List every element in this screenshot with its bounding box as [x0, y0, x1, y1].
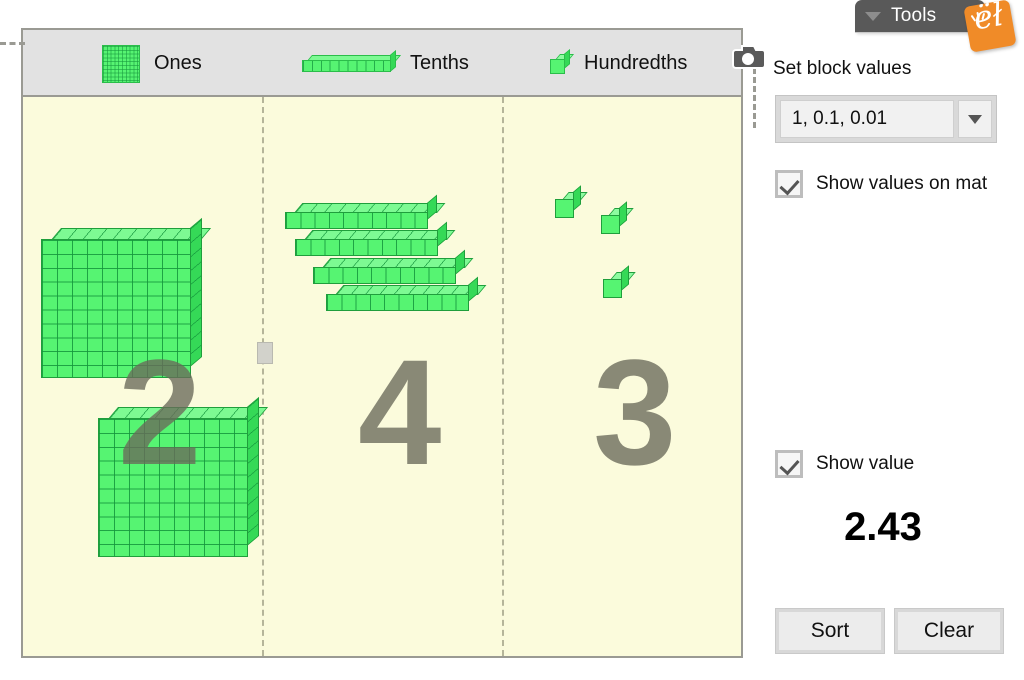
legend-item-hundredths: Hundredths — [550, 30, 687, 97]
tenths-rod-block[interactable] — [313, 249, 474, 284]
place-value-mat[interactable]: Ones Tenths Hundredths 2 4 3 — [0, 28, 766, 658]
show-values-on-mat-label: Show values on mat — [816, 173, 988, 194]
sort-button[interactable]: Sort — [775, 608, 885, 654]
camera-guide-line-vertical — [753, 68, 756, 128]
tenths-rod-block[interactable] — [295, 221, 456, 256]
block-values-dropdown-arrow-button[interactable] — [958, 100, 992, 138]
column-value-ones: 2 — [118, 328, 202, 496]
camera-icon[interactable] — [730, 44, 766, 70]
legend-item-ones: Ones — [102, 30, 202, 97]
mat-legend-bar: Ones Tenths Hundredths — [23, 30, 741, 97]
divider-drag-handle[interactable] — [257, 342, 273, 364]
column-divider-ones-tenths[interactable] — [257, 97, 273, 656]
legend-label-tenths: Tenths — [410, 52, 469, 74]
hundredths-cube-block[interactable] — [601, 201, 634, 234]
tenths-rod-block[interactable] — [285, 194, 446, 229]
hundredths-cube-block[interactable] — [555, 185, 588, 218]
ones-flat-block-icon — [102, 44, 140, 83]
tenths-rod-block-icon — [302, 49, 402, 72]
legend-item-tenths: Tenths — [302, 30, 469, 97]
show-values-on-mat-row[interactable]: Show values on mat — [775, 170, 987, 198]
column-value-tenths: 4 — [358, 328, 442, 496]
legend-label-hundredths: Hundredths — [584, 52, 688, 74]
mat-columns[interactable]: 2 4 3 — [23, 97, 741, 656]
block-values-selected-value[interactable]: 1, 0.1, 0.01 — [780, 100, 954, 138]
show-value-checkbox[interactable] — [775, 450, 803, 478]
legend-label-ones: Ones — [154, 52, 202, 74]
hundredths-cube-block-icon — [550, 48, 575, 74]
column-value-hundredths: 3 — [593, 328, 677, 496]
hundredths-cube-block[interactable] — [603, 265, 636, 298]
tenths-rod-block[interactable] — [326, 276, 487, 311]
chevron-down-icon — [968, 114, 982, 124]
show-value-label: Show value — [816, 453, 915, 474]
show-values-on-mat-checkbox[interactable] — [775, 170, 803, 198]
controls-panel: Set block values 1, 0.1, 0.01 Show value… — [773, 0, 1024, 680]
clear-button[interactable]: Clear — [894, 608, 1004, 654]
block-values-select[interactable]: 1, 0.1, 0.01 — [775, 95, 997, 143]
set-block-values-label: Set block values — [773, 58, 912, 79]
show-value-row[interactable]: Show value — [775, 450, 914, 478]
total-value-display: 2.43 — [844, 505, 922, 549]
camera-guide-line-horizontal — [0, 42, 25, 45]
column-divider-tenths-hundredths[interactable] — [502, 97, 504, 656]
